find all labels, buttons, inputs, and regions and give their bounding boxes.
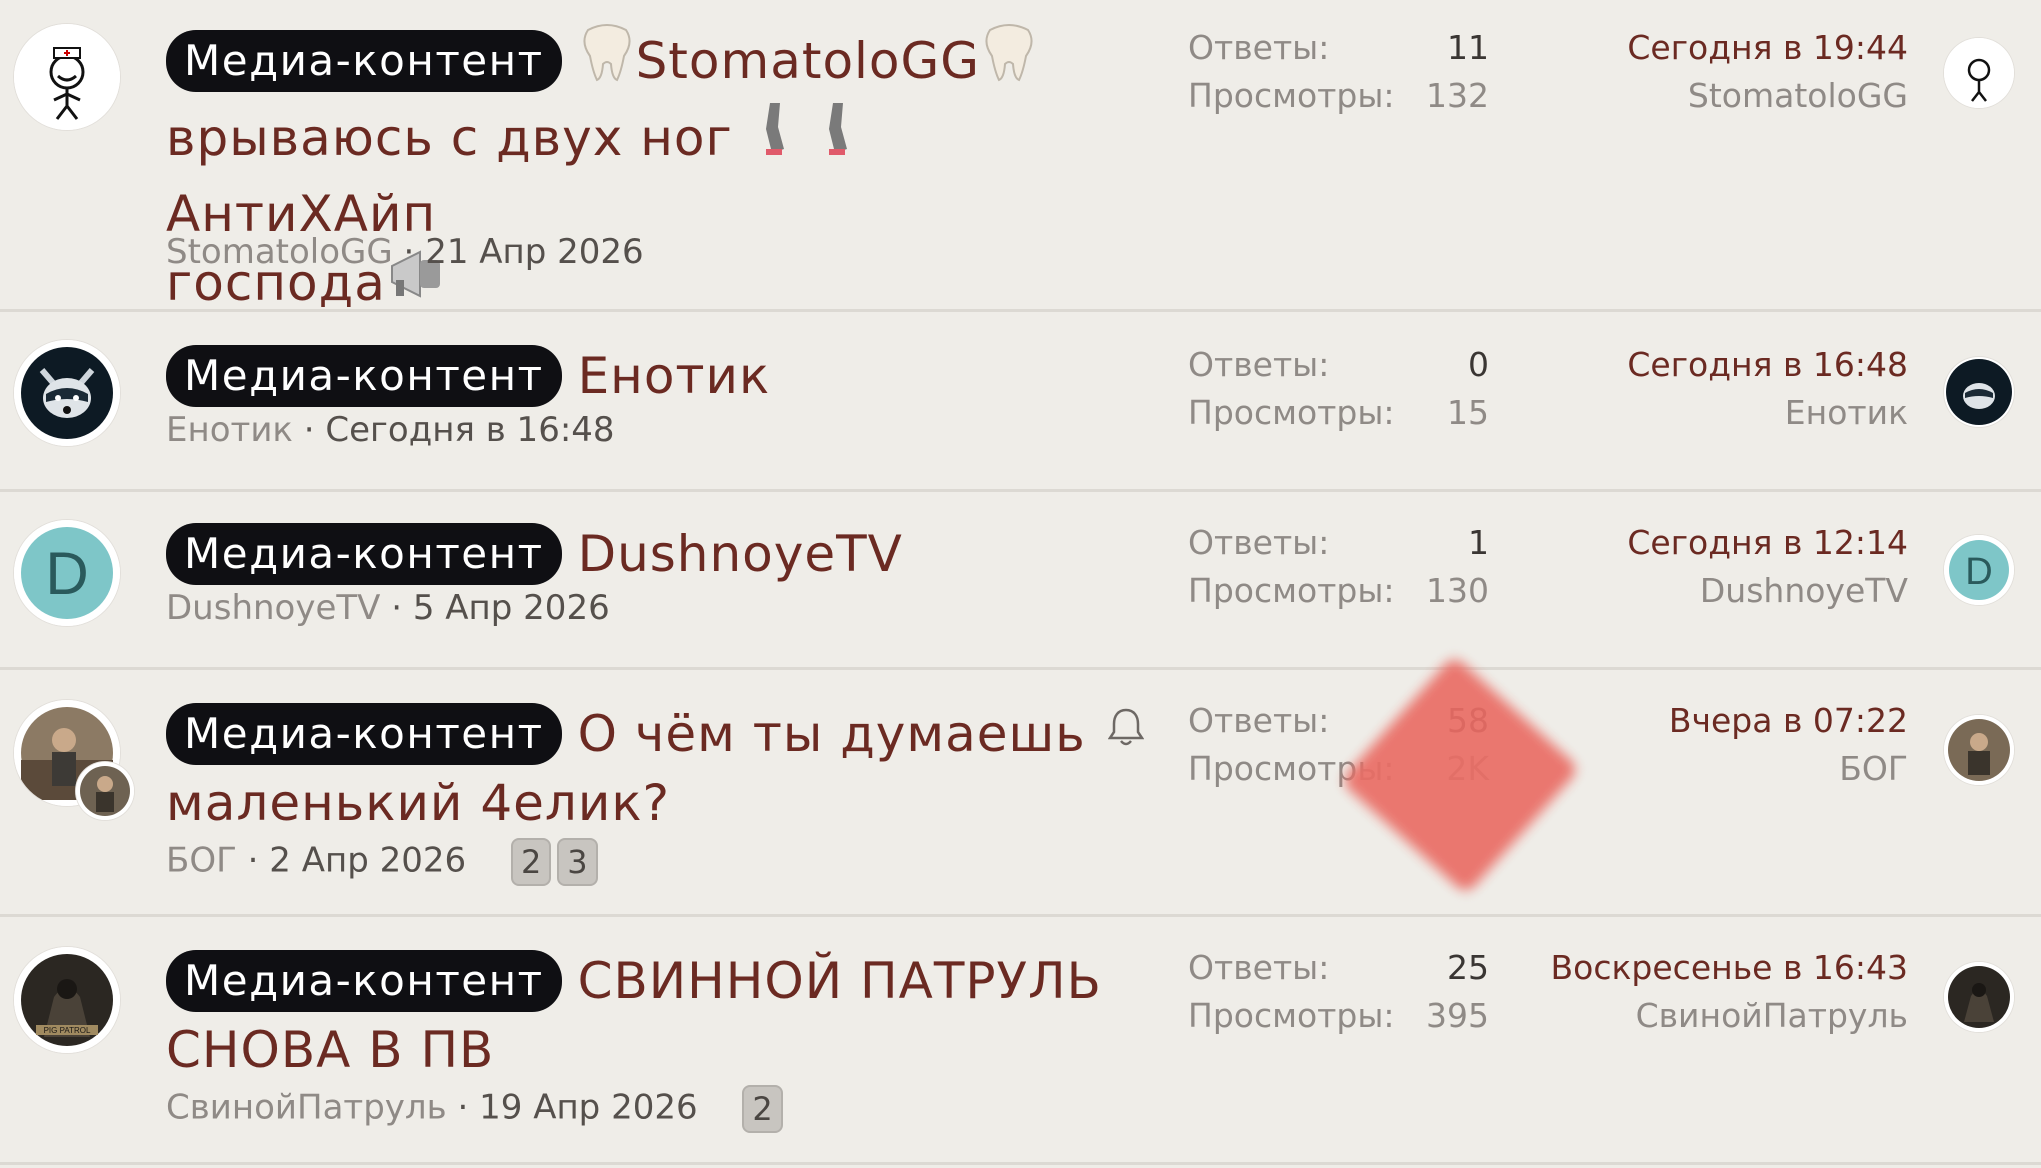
author-link[interactable]: СвинойПатруль <box>166 1088 447 1128</box>
replies-label: Ответы: <box>1188 28 1330 67</box>
last-post-user[interactable]: DushnoyeTV <box>1700 571 1908 610</box>
thread-row: Медиа-контент О чём ты думаешь маленький … <box>0 670 2041 917</box>
thread-title[interactable]: Медиа-контент DushnoyeTV <box>166 520 1126 589</box>
last-poster-avatar[interactable] <box>1944 962 2014 1032</box>
title-text: DushnoyeTV <box>577 525 903 583</box>
thread-date[interactable]: 21 Апр 2026 <box>425 232 643 272</box>
last-poster-avatar[interactable] <box>1944 357 2014 427</box>
replies-count: 11 <box>1447 28 1489 67</box>
leg-icon <box>813 99 859 176</box>
tooth-icon <box>980 22 1038 99</box>
last-post-date[interactable]: Сегодня в 16:48 <box>1627 345 1908 384</box>
last-post-date[interactable]: Вчера в 07:22 <box>1669 701 1908 740</box>
thread-title[interactable]: Медиа-контент СВИННОЙ ПАТРУЛЬ СНОВА В ПВ <box>166 947 1126 1084</box>
author-link[interactable]: Енотик <box>166 410 293 450</box>
avatar-letter: D <box>1965 551 1992 593</box>
thread-date[interactable]: 19 Апр 2026 <box>479 1088 697 1128</box>
title-text: СВИННОЙ ПАТРУЛЬ <box>577 952 1102 1010</box>
last-post-date[interactable]: Сегодня в 12:14 <box>1627 523 1908 562</box>
views-count: 395 <box>1426 996 1489 1035</box>
title-text: маленький 4елик? <box>166 773 671 832</box>
replies-count: 1 <box>1468 523 1489 562</box>
last-post-user[interactable]: СвинойПатруль <box>1636 996 1908 1035</box>
leg-icon <box>750 99 796 176</box>
page-link[interactable]: 3 <box>557 838 598 886</box>
thread-meta: СвинойПатруль · 19 Апр 2026 2 <box>166 1085 783 1133</box>
views-label: Просмотры: <box>1188 996 1395 1035</box>
author-link[interactable]: StomatoloGG <box>166 232 393 272</box>
avatar-letter: D <box>45 540 88 607</box>
author-link[interactable]: БОГ <box>166 841 237 881</box>
views-label: Просмотры: <box>1188 76 1395 115</box>
thread-date[interactable]: 5 Апр 2026 <box>413 588 610 628</box>
last-post-date[interactable]: Воскресенье в 16:43 <box>1551 948 1908 987</box>
title-text: СНОВА В ПВ <box>166 1020 495 1079</box>
thread-title[interactable]: Медиа-контент StomatoloGG врываюсь с двух… <box>166 24 1126 325</box>
thread-row: Медиа-контент Енотик Енотик · Сегодня в 1… <box>0 312 2041 492</box>
views-label: Просмотры: <box>1188 393 1395 432</box>
author-avatar[interactable] <box>14 24 120 130</box>
thread-title[interactable]: Медиа-контент Енотик <box>166 342 1126 411</box>
author-avatar[interactable]: PIG PATROL <box>14 947 120 1053</box>
thread-meta: Енотик · Сегодня в 16:48 <box>166 410 615 450</box>
replies-label: Ответы: <box>1188 523 1330 562</box>
last-post-user[interactable]: Енотик <box>1785 393 1908 432</box>
views-count: 15 <box>1447 393 1489 432</box>
replies-count: 0 <box>1468 345 1489 384</box>
bell-icon[interactable] <box>1107 706 1145 752</box>
last-poster-avatar[interactable] <box>1944 715 2014 785</box>
title-part: врываюсь с двух ног <box>166 109 733 167</box>
thread-title[interactable]: Медиа-контент О чём ты думаешь маленький … <box>166 700 1126 837</box>
last-poster-avatar[interactable]: D <box>1944 535 2014 605</box>
prefix-badge[interactable]: Медиа-контент <box>166 949 562 1012</box>
tooth-icon <box>578 22 636 99</box>
thread-date[interactable]: Сегодня в 16:48 <box>325 410 614 450</box>
title-part: StomatoloGG <box>635 32 981 90</box>
prefix-badge[interactable]: Медиа-контент <box>166 702 562 765</box>
thread-row: Медиа-контент StomatoloGG врываюсь с двух… <box>0 0 2041 312</box>
thread-meta: БОГ · 2 Апр 2026 23 <box>166 838 598 886</box>
thread-date[interactable]: 2 Апр 2026 <box>269 841 466 881</box>
author-link[interactable]: DushnoyeTV <box>166 588 380 628</box>
last-poster-avatar[interactable] <box>1944 38 2014 108</box>
views-label: Просмотры: <box>1188 571 1395 610</box>
svg-text:PIG PATROL: PIG PATROL <box>44 1026 91 1035</box>
thread-meta: StomatoloGG · 21 Апр 2026 <box>166 232 644 272</box>
prefix-badge[interactable]: Медиа-контент <box>166 344 562 407</box>
prefix-badge[interactable]: Медиа-контент <box>166 522 562 585</box>
page-link[interactable]: 2 <box>510 838 552 886</box>
page-link[interactable]: 2 <box>742 1085 783 1133</box>
last-post-user[interactable]: StomatoloGG <box>1688 76 1908 115</box>
views-count: 132 <box>1426 76 1489 115</box>
views-count: 130 <box>1426 571 1489 610</box>
prefix-badge[interactable]: Медиа-контент <box>166 29 562 92</box>
thread-row: D Медиа-контент DushnoyeTV DushnoyeTV · 5… <box>0 492 2041 670</box>
last-post-date[interactable]: Сегодня в 19:44 <box>1627 28 1908 67</box>
title-text: Енотик <box>577 347 771 405</box>
thread-row: PIG PATROL Медиа-контент СВИННОЙ ПАТРУЛЬ … <box>0 917 2041 1165</box>
replies-label: Ответы: <box>1188 701 1330 740</box>
author-avatar[interactable]: D <box>14 520 120 626</box>
thread-meta: DushnoyeTV · 5 Апр 2026 <box>166 588 610 628</box>
replies-label: Ответы: <box>1188 345 1330 384</box>
last-post-user[interactable]: БОГ <box>1839 749 1908 788</box>
replies-count: 25 <box>1447 948 1489 987</box>
author-avatar[interactable] <box>14 340 120 446</box>
replies-label: Ответы: <box>1188 948 1330 987</box>
secondary-avatar[interactable] <box>76 762 134 820</box>
title-text: О чём ты думаешь <box>577 705 1086 763</box>
